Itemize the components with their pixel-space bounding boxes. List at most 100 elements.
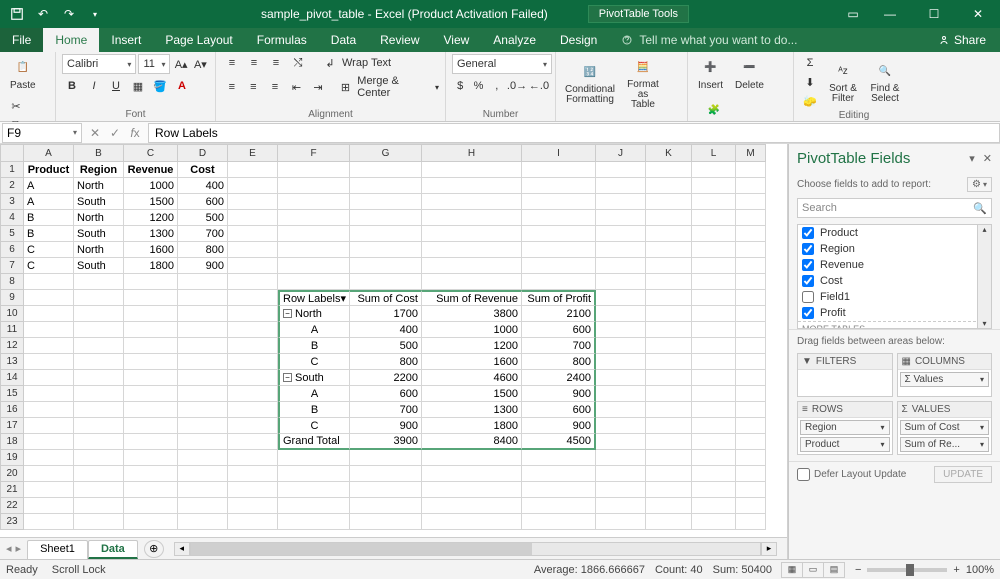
cell[interactable]: 1600 (124, 242, 178, 258)
cell[interactable] (422, 194, 522, 210)
cell[interactable] (596, 386, 646, 402)
cell[interactable] (646, 498, 692, 514)
col-header-K[interactable]: K (646, 144, 692, 162)
cell[interactable]: 1800 (124, 258, 178, 274)
cell[interactable] (422, 226, 522, 242)
fx-icon[interactable]: fx (126, 126, 144, 140)
area-filters[interactable]: ▼FILTERS (797, 353, 893, 397)
shrink-font-icon[interactable]: A▾ (192, 55, 209, 73)
cell[interactable] (350, 498, 422, 514)
field-item[interactable]: Product (798, 225, 991, 241)
cell[interactable]: Cost (178, 162, 228, 178)
field-item[interactable]: Cost (798, 273, 991, 289)
tab-file[interactable]: File (0, 28, 43, 52)
cell[interactable] (228, 210, 278, 226)
cell[interactable] (278, 258, 350, 274)
row-header[interactable]: 14 (0, 370, 24, 386)
wrap-text-button[interactable]: ↲ (320, 54, 340, 72)
cell[interactable] (24, 482, 74, 498)
cells-grid[interactable]: ProductRegionRevenueCostANorth1000400ASo… (24, 162, 766, 530)
cell[interactable] (228, 466, 278, 482)
row-header[interactable]: 4 (0, 210, 24, 226)
cell[interactable] (646, 306, 692, 322)
sheet-tab-data[interactable]: Data (88, 540, 138, 559)
cell[interactable] (422, 466, 522, 482)
cell[interactable] (736, 386, 766, 402)
cell[interactable] (422, 274, 522, 290)
cell[interactable]: A (278, 322, 350, 338)
field-item[interactable]: Revenue (798, 257, 991, 273)
cell[interactable] (596, 258, 646, 274)
cell[interactable] (178, 466, 228, 482)
cell[interactable] (228, 482, 278, 498)
cell[interactable] (692, 306, 736, 322)
cell[interactable] (646, 242, 692, 258)
cell[interactable] (74, 386, 124, 402)
cell[interactable] (178, 434, 228, 450)
cell[interactable]: 1000 (422, 322, 522, 338)
area-pill[interactable]: Product▾ (800, 437, 890, 452)
cell[interactable] (736, 290, 766, 306)
cell[interactable] (178, 418, 228, 434)
cell[interactable] (350, 226, 422, 242)
cell[interactable] (178, 450, 228, 466)
cell[interactable] (24, 290, 74, 306)
cell[interactable] (646, 482, 692, 498)
cell[interactable] (228, 514, 278, 530)
redo-icon[interactable]: ↷ (58, 3, 80, 25)
cell[interactable]: Row Labels▾ (278, 290, 350, 306)
cell[interactable] (74, 514, 124, 530)
sheet-tab-sheet1[interactable]: Sheet1 (27, 540, 88, 559)
col-header-I[interactable]: I (522, 144, 596, 162)
row-header[interactable]: 22 (0, 498, 24, 514)
tell-me[interactable]: Tell me what you want to do... (609, 28, 924, 52)
cell[interactable] (646, 386, 692, 402)
fill-color-button[interactable]: 🪣 (150, 77, 170, 95)
format-as-table-button[interactable]: 🧮Format as Table (622, 54, 664, 112)
row-header[interactable]: 3 (0, 194, 24, 210)
cell[interactable] (178, 274, 228, 290)
cell[interactable] (278, 178, 350, 194)
view-buttons[interactable]: ▦▭▤ (782, 562, 845, 578)
cell[interactable]: 500 (350, 338, 422, 354)
cell[interactable] (228, 162, 278, 178)
cell[interactable] (596, 194, 646, 210)
row-header[interactable]: 21 (0, 482, 24, 498)
tab-formulas[interactable]: Formulas (245, 28, 319, 52)
ribbon-options-icon[interactable]: ▭ (838, 0, 868, 28)
cell[interactable] (736, 450, 766, 466)
cell[interactable]: Sum of Revenue (422, 290, 522, 306)
cell[interactable] (692, 482, 736, 498)
cell[interactable] (646, 162, 692, 178)
cell[interactable] (228, 370, 278, 386)
cell[interactable] (522, 178, 596, 194)
cell[interactable] (124, 450, 178, 466)
cell[interactable] (178, 354, 228, 370)
defer-checkbox[interactable]: Defer Layout Update (797, 468, 906, 481)
pane-dropdown-icon[interactable]: ▾ (969, 152, 975, 165)
cell[interactable] (350, 258, 422, 274)
cell[interactable] (596, 370, 646, 386)
cell[interactable] (124, 354, 178, 370)
cell[interactable] (24, 402, 74, 418)
cell[interactable]: C (278, 354, 350, 370)
cell[interactable] (736, 226, 766, 242)
cell[interactable] (74, 274, 124, 290)
cell[interactable] (24, 498, 74, 514)
cell[interactable] (24, 514, 74, 530)
cell[interactable]: Sum of Cost (350, 290, 422, 306)
cell[interactable] (422, 498, 522, 514)
cell[interactable]: Region (74, 162, 124, 178)
cell[interactable] (124, 466, 178, 482)
cell[interactable]: B (24, 210, 74, 226)
cell[interactable] (74, 290, 124, 306)
cell[interactable] (692, 370, 736, 386)
cell[interactable] (692, 354, 736, 370)
cell[interactable] (646, 434, 692, 450)
area-pill[interactable]: Sum of Cost▾ (900, 420, 990, 435)
cell[interactable] (736, 194, 766, 210)
cell[interactable] (692, 338, 736, 354)
cell[interactable] (350, 514, 422, 530)
col-header-B[interactable]: B (74, 144, 124, 162)
cell[interactable] (692, 514, 736, 530)
